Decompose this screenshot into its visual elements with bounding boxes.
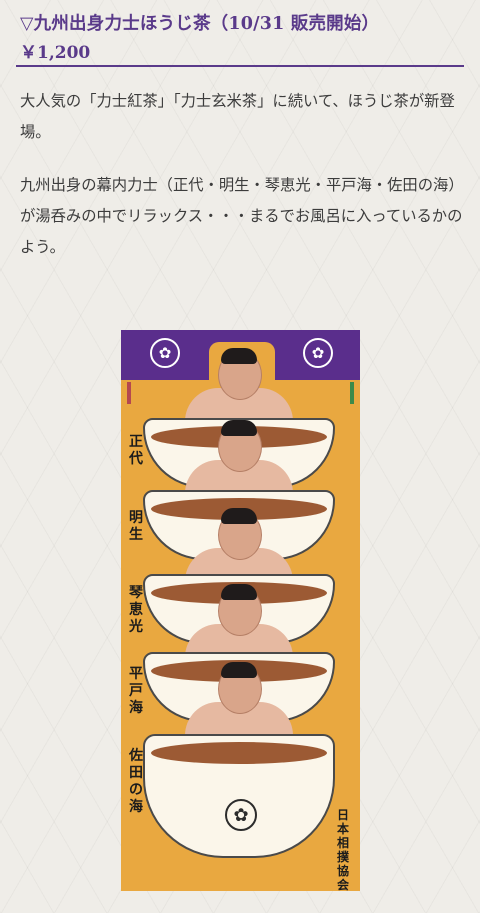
description-paragraph-1: 大人気の「力士紅茶」「力士玄米茶」に続いて、ほうじ茶が新登場。 <box>20 92 455 141</box>
wrestler-figure <box>179 584 299 664</box>
tassel-decoration <box>127 382 131 404</box>
association-label: 日本相撲協会 <box>336 808 349 891</box>
sakura-crest-icon: ✿ <box>225 799 257 831</box>
wrestler-figure <box>179 348 299 428</box>
wrestler-name-label: 正代 <box>129 434 143 467</box>
product-title: ▽九州出身力士ほうじ茶（10/31 販売開始） <box>20 14 380 34</box>
wrestler-figure <box>179 662 299 742</box>
description-paragraph-2: 九州出身の幕内力士（正代・明生・琴恵光・平戸海・佐田の海）が湯呑みの中でリラック… <box>20 176 464 256</box>
product-price: ￥1,200 <box>20 43 91 63</box>
product-poster-image: ✿ ✿ 正代 明生 琴恵光 平戸海 佐田の海 ✿ 日本相撲協会 <box>121 330 360 891</box>
teacup-bowl <box>143 734 335 858</box>
divider <box>16 65 464 67</box>
wrestler-name-label: 琴恵光 <box>129 585 143 635</box>
tassel-decoration <box>350 382 354 404</box>
sakura-crest-icon: ✿ <box>150 338 180 368</box>
wrestler-figure <box>179 420 299 500</box>
wrestler-name-label: 明生 <box>129 510 143 543</box>
sakura-crest-icon: ✿ <box>303 338 333 368</box>
wrestler-figure <box>179 508 299 588</box>
wrestler-name-label: 佐田の海 <box>129 748 143 815</box>
wrestler-name-label: 平戸海 <box>129 666 143 716</box>
